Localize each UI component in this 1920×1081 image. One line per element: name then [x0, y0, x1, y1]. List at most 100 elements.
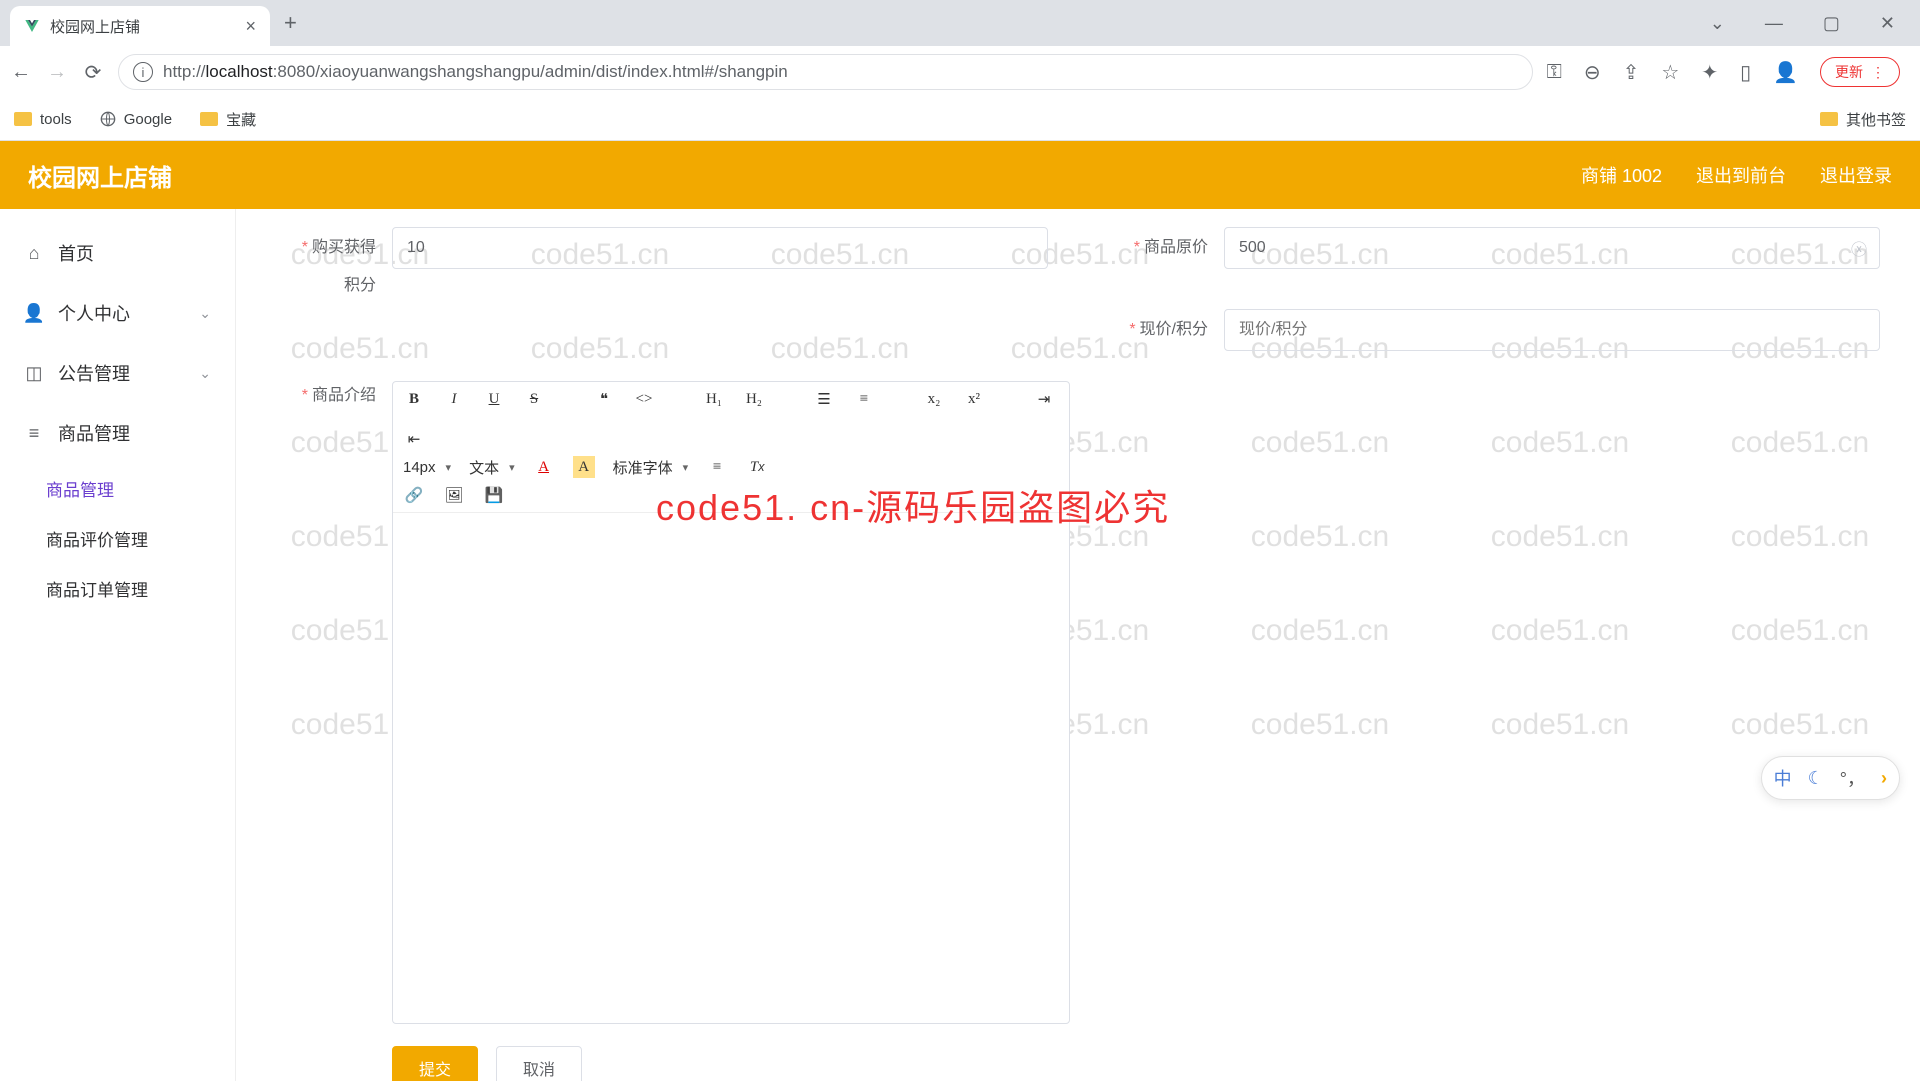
orig-price-label: *商品原价 — [1108, 227, 1208, 259]
points-unit-label: 积分 — [276, 271, 376, 295]
minimize-icon[interactable]: — — [1765, 13, 1783, 34]
bookmark-treasure[interactable]: 宝藏 — [200, 109, 256, 130]
tab-title: 校园网上店铺 — [50, 16, 140, 37]
zoom-icon[interactable]: ⊖ — [1584, 60, 1601, 85]
bookmark-tools[interactable]: tools — [14, 111, 72, 128]
address-bar[interactable]: i http://localhost:8080/xiaoyuanwangshan… — [118, 54, 1533, 90]
chevron-right-icon[interactable]: › — [1881, 768, 1887, 789]
chevron-down-icon: ⌄ — [199, 365, 211, 382]
editor-body[interactable] — [393, 513, 1069, 1023]
orig-price-input[interactable]: ⓧ — [1224, 227, 1880, 269]
bookmarks-bar: tools Google 宝藏 其他书签 — [0, 98, 1920, 140]
align-icon[interactable]: ≡ — [706, 456, 728, 478]
cancel-button[interactable]: 取消 — [496, 1046, 582, 1081]
window-controls: ⌄ — ▢ ✕ — [1710, 13, 1920, 34]
close-tab-icon[interactable]: × — [245, 16, 256, 37]
vue-icon — [24, 18, 40, 34]
sidepanel-icon[interactable]: ▯ — [1740, 60, 1751, 85]
update-button[interactable]: 更新⋮ — [1820, 57, 1900, 87]
header-right: 商铺 1002 退出到前台 退出登录 — [1581, 162, 1892, 188]
submit-button[interactable]: 提交 — [392, 1046, 478, 1081]
new-tab-button[interactable]: + — [274, 10, 307, 36]
h2-icon[interactable]: H₂ — [743, 388, 765, 410]
sidebar-item-notice[interactable]: ◫ 公告管理 ⌄ — [0, 343, 235, 403]
back-button[interactable]: ← — [10, 61, 32, 83]
sidebar-item-home[interactable]: ⌂ 首页 — [0, 223, 235, 283]
clear-format-icon[interactable]: Tx — [746, 456, 768, 478]
close-window-icon[interactable]: ✕ — [1880, 13, 1895, 34]
sidebar-sub-review-mgmt[interactable]: 商品评价管理 — [0, 513, 235, 563]
folder-icon — [14, 112, 32, 126]
ime-lang-icon[interactable]: 中 — [1774, 765, 1792, 791]
chevron-down-icon[interactable]: ⌄ — [1710, 13, 1725, 34]
sidebar-item-label: 商品管理 — [58, 420, 130, 446]
image-icon[interactable]: 🖼 — [443, 484, 465, 506]
h1-icon[interactable]: H₁ — [703, 388, 725, 410]
shop-info[interactable]: 商铺 1002 — [1581, 162, 1662, 188]
logout-button[interactable]: 退出登录 — [1820, 162, 1892, 188]
browser-tab[interactable]: 校园网上店铺 × — [10, 6, 270, 46]
bookmark-google[interactable]: Google — [100, 111, 172, 128]
document-icon: ◫ — [24, 363, 44, 383]
bookmark-star-icon[interactable]: ☆ — [1661, 60, 1679, 85]
home-icon: ⌂ — [24, 243, 44, 263]
italic-icon[interactable]: I — [443, 388, 465, 410]
reload-button[interactable]: ⟳ — [82, 61, 104, 83]
curr-price-input[interactable] — [1224, 309, 1880, 351]
sidebar-item-personal[interactable]: 👤 个人中心 ⌄ — [0, 283, 235, 343]
key-icon[interactable]: ⚿ — [1547, 61, 1562, 84]
bookmark-other[interactable]: 其他书签 — [1820, 109, 1906, 130]
clear-icon[interactable]: ⓧ — [1851, 236, 1867, 260]
desc-label: *商品介绍 — [276, 381, 376, 407]
maximize-icon[interactable]: ▢ — [1823, 13, 1840, 34]
points-earned-field[interactable] — [407, 239, 1033, 257]
code-icon[interactable]: <> — [633, 388, 655, 410]
sidebar-sub-product-mgmt[interactable]: 商品管理 — [0, 463, 235, 513]
strike-icon[interactable]: S — [523, 388, 545, 410]
superscript-icon[interactable]: x² — [963, 388, 985, 410]
sidebar-item-label: 首页 — [58, 240, 94, 266]
sidebar-sub-order-mgmt[interactable]: 商品订单管理 — [0, 563, 235, 613]
extensions-icon[interactable]: ✦ — [1701, 60, 1718, 85]
underline-icon[interactable]: U — [483, 388, 505, 410]
folder-icon — [1820, 112, 1838, 126]
tab-strip: 校园网上店铺 × + ⌄ — ▢ ✕ — [0, 0, 1920, 46]
save-icon[interactable]: 💾 — [483, 484, 505, 506]
text-color-icon[interactable]: A — [533, 456, 555, 478]
font-size-select[interactable]: 14px▾ — [403, 459, 451, 476]
globe-icon — [100, 111, 116, 127]
sidebar: ⌂ 首页 👤 个人中心 ⌄ ◫ 公告管理 ⌄ ≡ 商品管理 商品管理 商品评价管… — [0, 209, 236, 1081]
unordered-list-icon[interactable]: ≡ — [853, 388, 875, 410]
curr-price-field[interactable] — [1239, 321, 1865, 339]
quote-icon[interactable]: ❝ — [593, 388, 615, 410]
font-family-select[interactable]: 标准字体▾ — [613, 457, 689, 478]
app-header: 校园网上店铺 商铺 1002 退出到前台 退出登录 — [0, 141, 1920, 209]
points-earned-input[interactable] — [392, 227, 1048, 269]
sidebar-item-label: 个人中心 — [58, 300, 130, 326]
sidebar-item-label: 公告管理 — [58, 360, 130, 386]
ime-punct-icon[interactable]: °， — [1840, 765, 1865, 791]
forward-button[interactable]: → — [46, 61, 68, 83]
sidebar-item-product[interactable]: ≡ 商品管理 — [0, 403, 235, 463]
outdent-icon[interactable]: ⇤ — [403, 428, 425, 450]
bg-color-icon[interactable]: A — [573, 456, 595, 478]
profile-icon[interactable]: 👤 — [1773, 60, 1798, 85]
subscript-icon[interactable]: x₂ — [923, 388, 945, 410]
share-icon[interactable]: ⇪ — [1623, 60, 1640, 85]
moon-icon[interactable]: ☾ — [1808, 768, 1824, 789]
ime-floating-bar[interactable]: 中 ☾ °， › — [1761, 756, 1900, 800]
sidebar-item-label: 商品订单管理 — [46, 576, 148, 601]
site-info-icon[interactable]: i — [133, 62, 153, 82]
folder-icon — [200, 112, 218, 126]
text-type-select[interactable]: 文本▾ — [469, 457, 515, 478]
sidebar-item-label: 商品管理 — [46, 476, 114, 501]
indent-icon[interactable]: ⇥ — [1033, 388, 1055, 410]
points-earned-label: *购买获得 — [276, 227, 376, 259]
app-logo: 校园网上店铺 — [28, 158, 172, 193]
link-icon[interactable]: 🔗 — [403, 484, 425, 506]
ordered-list-icon[interactable]: ☰ — [813, 388, 835, 410]
exit-to-front-button[interactable]: 退出到前台 — [1696, 162, 1786, 188]
orig-price-field[interactable] — [1239, 239, 1865, 257]
url-text: http://localhost:8080/xiaoyuanwangshangs… — [163, 62, 788, 82]
bold-icon[interactable]: B — [403, 388, 425, 410]
